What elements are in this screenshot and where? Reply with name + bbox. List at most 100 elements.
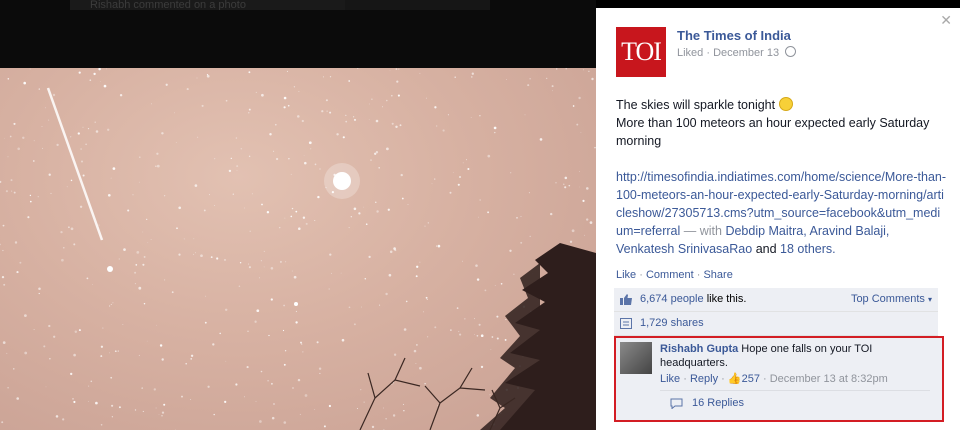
top-comments-dropdown[interactable]: Top Comments ▾ xyxy=(851,288,932,311)
star xyxy=(295,210,298,213)
star xyxy=(375,201,377,203)
star xyxy=(119,93,123,97)
replies-link[interactable]: 16 Replies xyxy=(670,397,744,409)
thumbs-up-icon: 👍 xyxy=(727,373,742,385)
star xyxy=(473,318,475,320)
star xyxy=(248,112,250,114)
star xyxy=(95,130,99,133)
star xyxy=(283,96,287,100)
star xyxy=(452,172,454,173)
star xyxy=(270,382,273,385)
comment-button[interactable]: Comment xyxy=(646,269,694,281)
star xyxy=(178,206,181,210)
star xyxy=(232,193,234,195)
star xyxy=(78,329,81,332)
star xyxy=(345,120,348,123)
star xyxy=(356,408,358,409)
star xyxy=(161,414,163,417)
star xyxy=(456,307,459,309)
star xyxy=(475,264,478,267)
star xyxy=(551,85,554,88)
comment-timestamp[interactable]: December 13 at 8:32pm xyxy=(770,373,888,385)
liked-label[interactable]: Liked xyxy=(677,47,703,59)
meteor-photo[interactable] xyxy=(0,68,596,430)
star xyxy=(114,350,117,353)
star xyxy=(33,140,35,142)
star xyxy=(393,353,397,356)
star xyxy=(22,136,25,140)
star xyxy=(193,253,195,255)
star xyxy=(470,117,472,118)
star xyxy=(462,260,463,262)
star xyxy=(190,354,194,357)
commenter-avatar[interactable] xyxy=(620,342,652,374)
star xyxy=(194,184,198,187)
star xyxy=(328,404,332,408)
share-button[interactable]: Share xyxy=(703,269,732,281)
star xyxy=(496,315,499,318)
star xyxy=(288,157,290,160)
star xyxy=(14,241,18,244)
page-name-link[interactable]: The Times of India xyxy=(677,28,791,43)
star xyxy=(73,353,76,357)
star xyxy=(378,167,380,169)
star xyxy=(95,401,98,405)
star xyxy=(360,306,362,308)
star xyxy=(109,305,111,307)
star xyxy=(171,291,174,294)
post-actions: Like · Comment · Share xyxy=(616,269,733,281)
star xyxy=(348,80,351,82)
star xyxy=(209,194,210,196)
comment-like-count[interactable]: 👍257 xyxy=(728,373,760,385)
night-sky-image xyxy=(0,68,596,430)
star xyxy=(156,324,158,326)
star xyxy=(214,205,215,206)
star xyxy=(238,285,241,287)
star xyxy=(353,118,357,121)
close-icon[interactable]: ✕ xyxy=(940,12,952,29)
star xyxy=(278,226,281,229)
post-date[interactable]: December 13 xyxy=(713,47,779,59)
star xyxy=(390,94,393,97)
star xyxy=(464,318,466,320)
star xyxy=(348,306,351,309)
commenter-name-link[interactable]: Rishabh Gupta xyxy=(660,343,738,355)
like-button[interactable]: Like xyxy=(616,269,636,281)
star xyxy=(454,76,456,78)
page-avatar[interactable]: TOI xyxy=(616,27,666,77)
star xyxy=(586,218,589,221)
star xyxy=(13,191,16,194)
star xyxy=(134,271,137,274)
star xyxy=(260,260,262,262)
star xyxy=(405,300,408,303)
star xyxy=(479,115,481,117)
comment-like-button[interactable]: Like xyxy=(660,373,680,385)
comment-reply-button[interactable]: Reply xyxy=(690,373,718,385)
star xyxy=(271,416,275,420)
star xyxy=(45,386,47,388)
star xyxy=(353,207,357,211)
star xyxy=(203,209,206,212)
others-link[interactable]: 18 others. xyxy=(780,242,836,256)
star xyxy=(251,193,253,195)
star xyxy=(415,363,417,365)
star xyxy=(161,411,165,414)
likes-count-link[interactable]: 6,674 people xyxy=(640,293,704,305)
star xyxy=(436,404,438,406)
star xyxy=(489,394,491,396)
star xyxy=(493,126,497,130)
star xyxy=(70,179,73,182)
star xyxy=(110,303,112,305)
star xyxy=(48,324,51,328)
star xyxy=(225,360,227,362)
star xyxy=(17,147,21,151)
star xyxy=(520,241,523,244)
star xyxy=(247,330,249,332)
star xyxy=(426,298,428,300)
star xyxy=(29,194,32,197)
star xyxy=(267,379,269,382)
star xyxy=(163,195,166,197)
star xyxy=(165,83,168,86)
shares-link[interactable]: 1,729 shares xyxy=(640,317,704,329)
star xyxy=(391,383,393,385)
